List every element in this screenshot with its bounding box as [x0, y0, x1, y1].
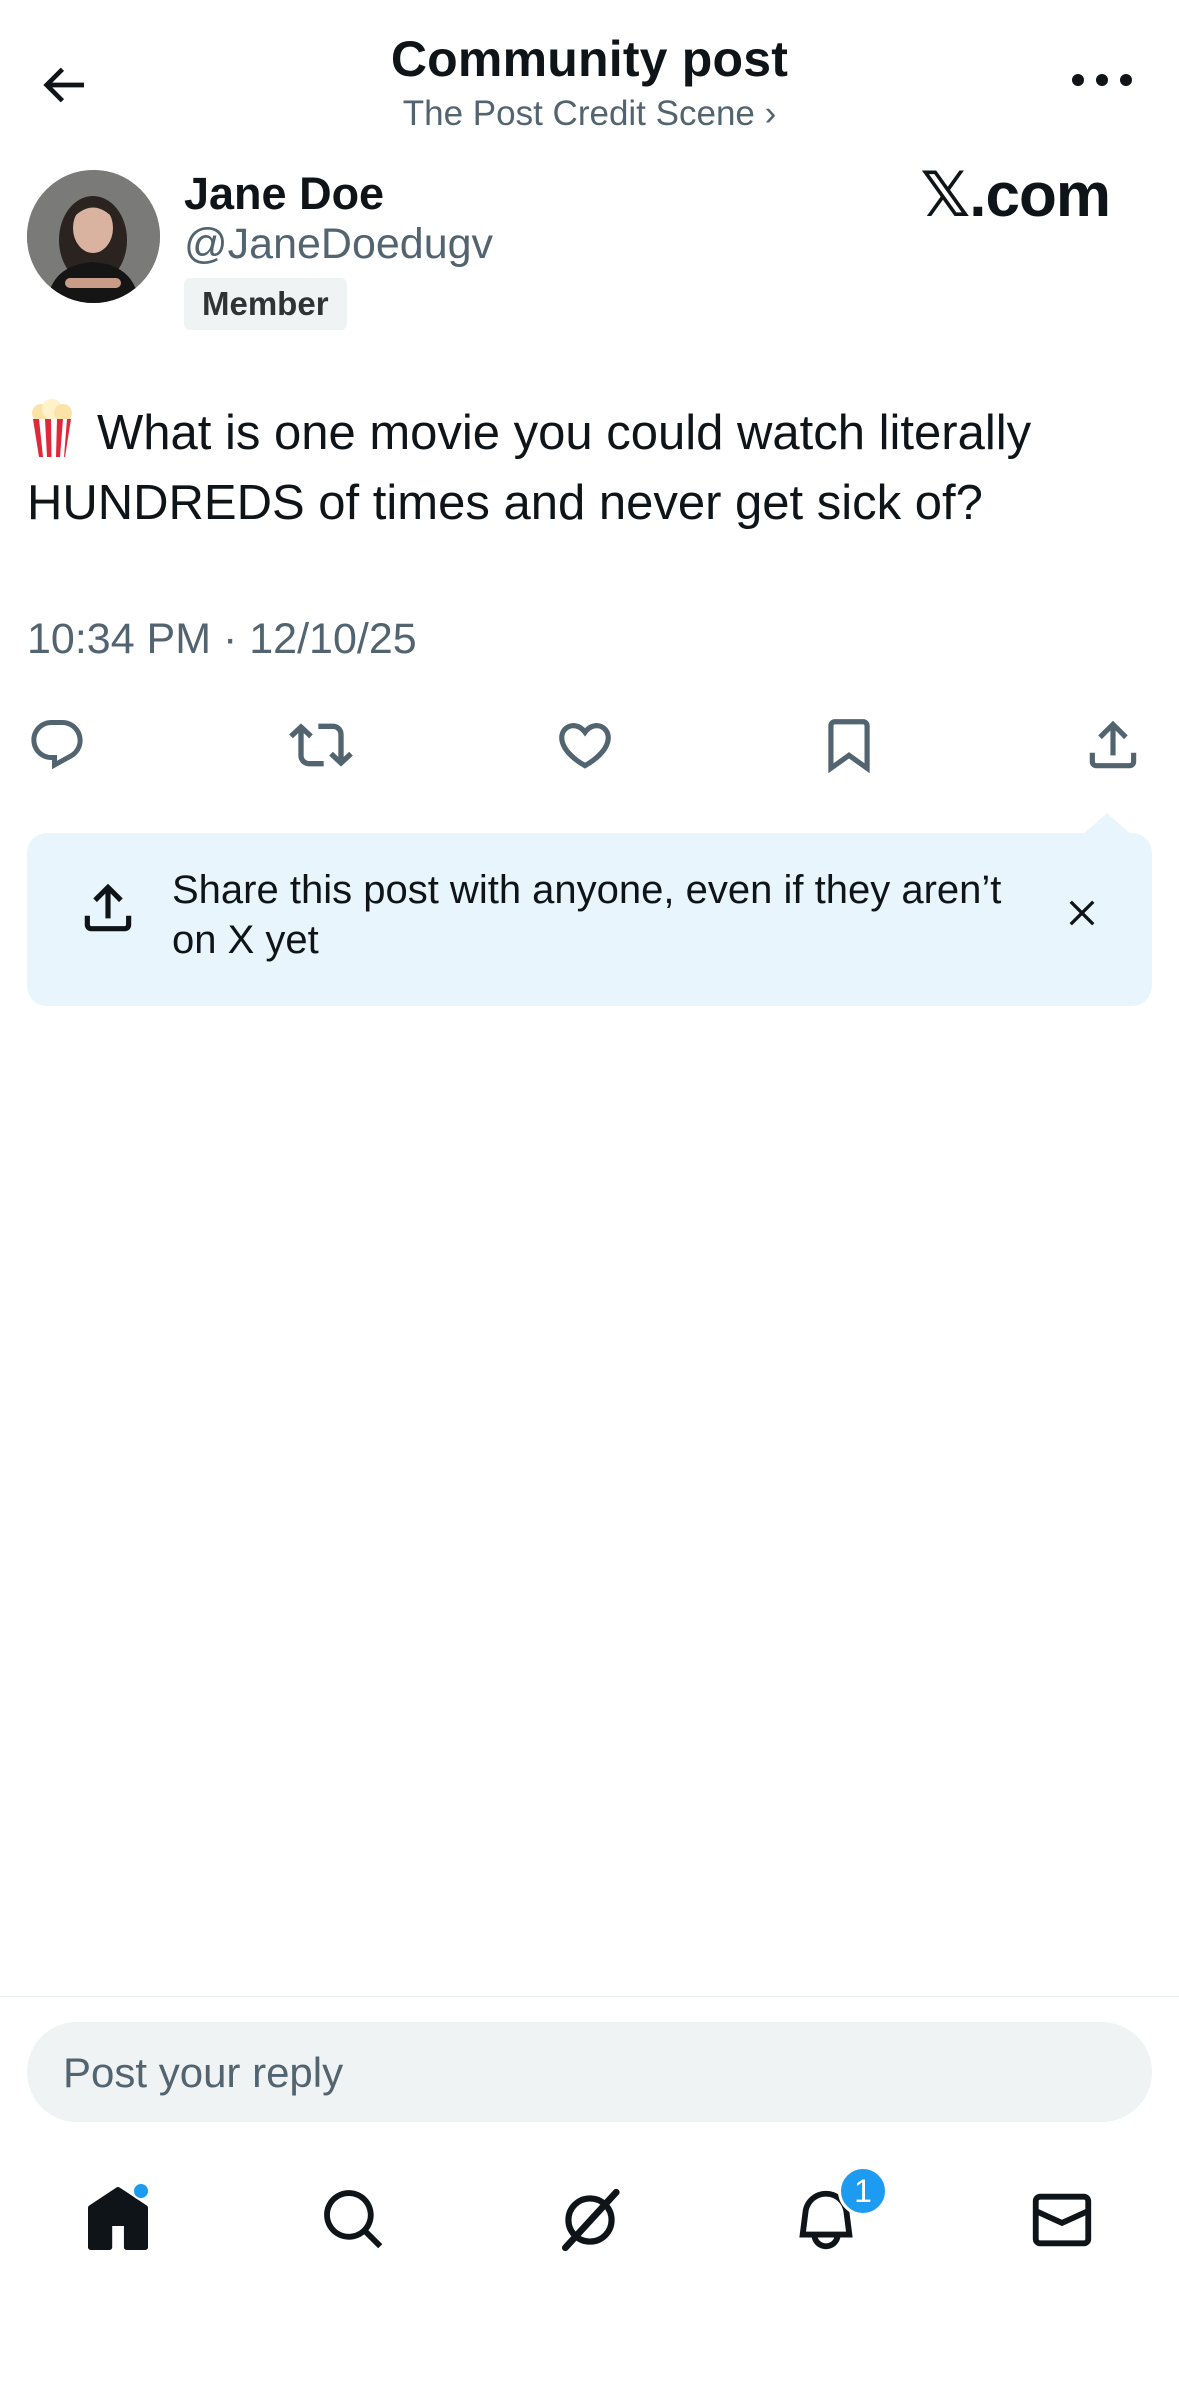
notifications-badge: 1 — [838, 2166, 888, 2216]
bookmark-button[interactable] — [809, 705, 889, 785]
grok-icon — [561, 2188, 620, 2252]
post-body: What is one movie you could watch litera… — [27, 406, 1032, 530]
post-author: Jane Doe @JaneDoedugv Member 𝕏.com — [27, 161, 1152, 338]
nav-grok[interactable] — [540, 2170, 640, 2270]
page-title: Community post — [390, 31, 789, 87]
share-icon — [1089, 720, 1137, 769]
repost-icon — [289, 723, 353, 767]
post-actions — [0, 705, 1179, 785]
reply-input[interactable]: Post your reply — [27, 2022, 1152, 2122]
like-icon — [559, 723, 611, 769]
xcom-watermark: 𝕏.com — [920, 161, 1111, 230]
bookmark-icon — [828, 719, 870, 774]
mail-icon — [1032, 2193, 1092, 2247]
popcorn-icon — [32, 399, 72, 457]
home-unread-dot — [132, 2182, 150, 2200]
community-link[interactable]: The Post Credit Scene › — [0, 94, 1179, 134]
reply-icon — [31, 720, 83, 770]
avatar[interactable] — [27, 170, 160, 303]
nav-messages[interactable] — [1012, 2170, 1112, 2270]
post-text: What is one movie you could watch litera… — [27, 398, 1152, 538]
search-icon — [324, 2190, 383, 2249]
share-icon — [84, 883, 132, 932]
post-timestamp: 10:34 PM · 12/10/25 — [27, 615, 417, 663]
close-icon — [1069, 900, 1095, 926]
like-button[interactable] — [545, 705, 625, 785]
reply-button[interactable] — [17, 705, 97, 785]
share-tip-text: Share this post with anyone, even if the… — [172, 868, 1002, 962]
header-title-group: Community post The Post Credit Scene › — [0, 30, 1179, 134]
tip-share-icon-wrap — [77, 873, 139, 943]
nav-search[interactable] — [304, 2170, 404, 2270]
share-button[interactable] — [1073, 705, 1153, 785]
author-name[interactable]: Jane Doe — [184, 168, 384, 220]
nav-notifications[interactable]: 1 — [776, 2166, 888, 2270]
reply-divider — [0, 1996, 1179, 1997]
more-icon — [1072, 74, 1132, 86]
nav-home[interactable] — [68, 2170, 168, 2270]
share-tip-close-button[interactable] — [1052, 883, 1112, 943]
share-tip-banner: Share this post with anyone, even if the… — [27, 813, 1152, 1006]
reply-placeholder: Post your reply — [63, 2049, 344, 2096]
more-options-button[interactable] — [1067, 55, 1137, 105]
author-handle[interactable]: @JaneDoedugv — [184, 220, 493, 269]
member-badge: Member — [184, 278, 347, 330]
page: Community post The Post Credit Scene › J… — [0, 0, 1179, 2396]
top-bar: Community post The Post Credit Scene › — [0, 0, 1179, 150]
bottom-nav: 1 — [0, 2160, 1179, 2280]
repost-button[interactable] — [281, 705, 361, 785]
